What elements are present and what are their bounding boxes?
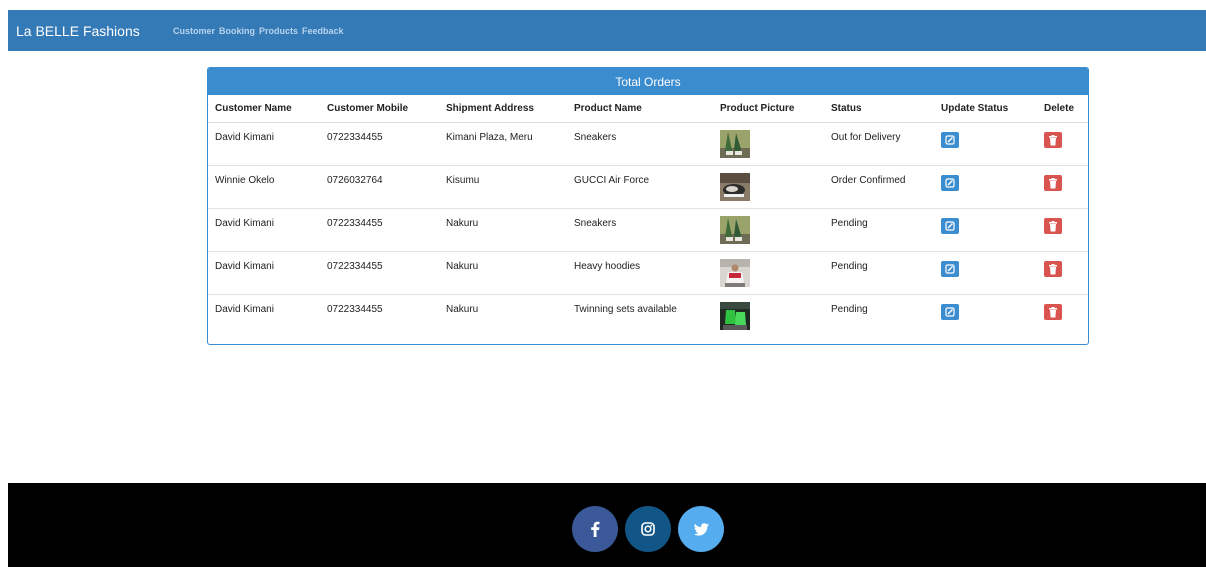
edit-icon (945, 135, 955, 145)
facebook-icon (591, 521, 600, 537)
update-status-button[interactable] (941, 218, 959, 234)
cell-shipment-address: Kimani Plaza, Meru (439, 122, 567, 166)
cell-shipment-address: Nakuru (439, 251, 567, 295)
cell-status: Pending (831, 304, 868, 315)
edit-icon (945, 178, 955, 188)
cell-customer-name: David Kimani (208, 251, 320, 295)
navbar: La BELLE Fashions Customer Booking Produ… (8, 10, 1206, 51)
delete-button[interactable] (1044, 218, 1062, 234)
cell-product-name: GUCCI Air Force (567, 165, 713, 209)
trash-icon (1049, 177, 1057, 188)
nav-link-booking[interactable]: Booking (219, 26, 255, 36)
panel-title: Total Orders (208, 68, 1088, 95)
table-row: David Kimani 0722334455 Nakuru Sneakers … (208, 208, 1088, 252)
cell-customer-name: David Kimani (208, 122, 320, 166)
trash-icon (1049, 134, 1057, 145)
cell-customer-name: Winnie Okelo (208, 165, 320, 209)
update-status-button[interactable] (941, 175, 959, 191)
sneakers-photo (720, 216, 750, 244)
table-row: David Kimani 0722334455 Nakuru Twinning … (208, 295, 1088, 338)
cell-product-name: Twinning sets available (574, 304, 677, 315)
twinning-set-photo (720, 302, 750, 330)
gucci-shoes-photo (720, 173, 750, 201)
delete-button[interactable] (1044, 304, 1062, 320)
orders-table: Customer Name Customer Mobile Shipment A… (208, 95, 1088, 338)
sneakers-photo (720, 130, 750, 158)
table-row: David Kimani 0722334455 Kimani Plaza, Me… (208, 122, 1088, 166)
table-row: Winnie Okelo 0726032764 Kisumu GUCCI Air… (208, 165, 1088, 209)
header-delete: Delete (1037, 95, 1088, 123)
twitter-button[interactable] (678, 506, 724, 552)
edit-icon (945, 307, 955, 317)
instagram-icon (641, 522, 655, 536)
cell-status: Order Confirmed (824, 165, 934, 209)
table-header-row: Customer Name Customer Mobile Shipment A… (208, 95, 1088, 123)
nav-link-customer[interactable]: Customer (173, 26, 215, 36)
header-product-name: Product Name (567, 95, 713, 123)
hoodie-photo (720, 259, 750, 287)
table-row: David Kimani 0722334455 Nakuru Heavy hoo… (208, 251, 1088, 295)
instagram-button[interactable] (625, 506, 671, 552)
cell-customer-mobile: 0722334455 (320, 122, 439, 166)
cell-status: Pending (824, 251, 934, 295)
cell-status: Out for Delivery (824, 122, 934, 166)
nav-link-feedback[interactable]: Feedback (302, 26, 344, 36)
delete-button[interactable] (1044, 261, 1062, 277)
delete-button[interactable] (1044, 175, 1062, 191)
cell-product-name: Heavy hoodies (567, 251, 713, 295)
edit-icon (945, 264, 955, 274)
cell-shipment-address: Nakuru (439, 208, 567, 252)
trash-icon (1049, 220, 1057, 231)
cell-shipment-address: Kisumu (439, 165, 567, 209)
header-product-picture: Product Picture (713, 95, 824, 123)
facebook-button[interactable] (572, 506, 618, 552)
cell-customer-name: David Kimani (208, 208, 320, 252)
orders-panel: Total Orders Customer Name Customer Mobi… (207, 67, 1089, 345)
cell-shipment-address: Nakuru (446, 304, 479, 315)
cell-customer-name: David Kimani (215, 304, 274, 315)
header-status: Status (824, 95, 934, 123)
brand-logo-text[interactable]: La BELLE Fashions (16, 23, 173, 39)
delete-button[interactable] (1044, 132, 1062, 148)
trash-icon (1049, 306, 1057, 317)
update-status-button[interactable] (941, 132, 959, 148)
header-customer-name: Customer Name (208, 95, 320, 123)
header-update-status: Update Status (934, 95, 1037, 123)
twitter-icon (693, 522, 709, 536)
header-customer-mobile: Customer Mobile (320, 95, 439, 123)
cell-customer-mobile: 0722334455 (327, 304, 383, 315)
nav-links: Customer Booking Products Feedback (173, 26, 344, 36)
edit-icon (945, 221, 955, 231)
cell-product-name: Sneakers (567, 122, 713, 166)
cell-customer-mobile: 0726032764 (320, 165, 439, 209)
trash-icon (1049, 263, 1057, 274)
cell-customer-mobile: 0722334455 (320, 251, 439, 295)
cell-customer-mobile: 0722334455 (320, 208, 439, 252)
footer (8, 483, 1206, 567)
nav-link-products[interactable]: Products (259, 26, 298, 36)
header-shipment-address: Shipment Address (439, 95, 567, 123)
cell-status: Pending (824, 208, 934, 252)
cell-product-name: Sneakers (567, 208, 713, 252)
update-status-button[interactable] (941, 304, 959, 320)
update-status-button[interactable] (941, 261, 959, 277)
